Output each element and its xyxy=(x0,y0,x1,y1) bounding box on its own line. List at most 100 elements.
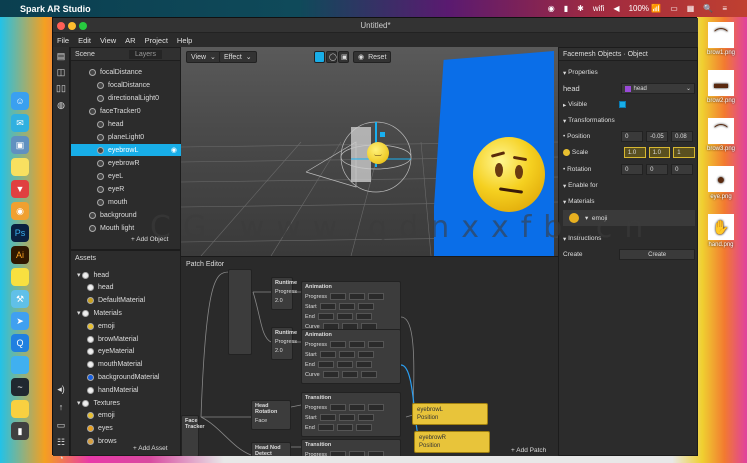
position-x[interactable]: 0 xyxy=(621,131,644,142)
quicktime-icon[interactable]: Q xyxy=(11,334,29,352)
properties-section[interactable]: ▾ Properties xyxy=(563,66,695,79)
tab-layers[interactable]: Layers xyxy=(129,49,163,59)
patch-node[interactable]: TransitionProgressStartEnd xyxy=(301,439,401,456)
desktop-file[interactable]: ✋ hand.png xyxy=(700,214,742,248)
status-icon[interactable]: 100% 📶 xyxy=(629,4,662,13)
folder-icon[interactable] xyxy=(11,356,29,374)
transform-section[interactable]: ▾ Transformations xyxy=(563,114,695,127)
viewport[interactable]: ‿ View ⌄ Effect ⌄ ◯ ▣ ◉ Reset xyxy=(181,47,558,256)
camera-icon[interactable]: ◫ xyxy=(56,67,66,77)
enable-section[interactable]: ▾ Enable for xyxy=(563,179,695,192)
rotate-mode-button[interactable]: ◯ xyxy=(326,51,337,63)
preview-icon[interactable]: ▯▯ xyxy=(56,83,66,93)
photoshop-icon[interactable]: Ps xyxy=(11,224,29,242)
brave-icon[interactable]: ▼ xyxy=(11,180,29,198)
asset-item[interactable]: eyeMaterial xyxy=(71,346,181,358)
menu-view[interactable]: View xyxy=(100,36,116,45)
head-dropdown[interactable]: head ⌄ xyxy=(620,83,695,94)
patch-node[interactable]: Head Rotation Face xyxy=(251,400,291,430)
trash-icon[interactable]: ▮ xyxy=(11,422,29,440)
scale-x[interactable]: 1.0 xyxy=(623,147,646,158)
status-icon[interactable]: 🔍 xyxy=(703,4,713,13)
menu-edit[interactable]: Edit xyxy=(78,36,91,45)
layers-icon[interactable]: ▭ xyxy=(56,420,66,430)
scene-item[interactable]: directionalLight0 xyxy=(71,92,181,104)
position-y[interactable]: -0.05 xyxy=(646,131,669,142)
asset-item[interactable]: DefaultMaterial xyxy=(71,295,181,307)
output-node-eyebrowl[interactable]: eyebrowL Position xyxy=(412,403,488,425)
asset-item[interactable]: handMaterial xyxy=(71,384,181,396)
scene-item[interactable]: Mouth light xyxy=(71,222,181,234)
patch-node[interactable]: TransitionProgressStartEnd xyxy=(301,392,401,437)
menu-help[interactable]: Help xyxy=(177,36,192,45)
asset-item[interactable]: ▾ Textures xyxy=(71,397,181,409)
view-dropdown[interactable]: View ⌄ xyxy=(186,51,221,63)
face-tracker-outputs[interactable] xyxy=(228,269,252,355)
reset-button[interactable]: ◉ Reset xyxy=(353,51,392,63)
asset-item[interactable]: browMaterial xyxy=(71,333,181,345)
effect-dropdown[interactable]: Effect ⌄ xyxy=(219,51,257,63)
app-name[interactable]: Spark AR Studio xyxy=(20,4,91,14)
status-icon[interactable]: ◀ xyxy=(613,4,619,13)
patch-node[interactable]: Animation Progress Start End Curve xyxy=(301,281,401,336)
scene-item[interactable]: eyebrowL ◉ xyxy=(71,144,181,156)
add-asset-button[interactable]: + Add Asset xyxy=(133,445,168,452)
scale-z[interactable]: 1 xyxy=(673,147,695,158)
patch-node[interactable]: Runtime Progress 2.0 xyxy=(271,277,297,310)
illustrator-icon[interactable]: Ai xyxy=(11,246,29,264)
status-icon[interactable]: ▦ xyxy=(687,4,695,13)
asset-item[interactable]: head xyxy=(71,282,181,294)
settings-icon[interactable]: ☷ xyxy=(56,437,66,447)
scene-icon[interactable]: ▤ xyxy=(56,51,66,61)
scene-item[interactable]: eyebrowR xyxy=(71,157,181,169)
scene-item[interactable]: planeLight0 xyxy=(71,131,181,143)
patch-node[interactable]: Runtime Progress 2.0 xyxy=(271,327,297,360)
add-patch-button[interactable]: + Add Patch xyxy=(511,447,546,454)
eye-icon[interactable]: ◉ xyxy=(11,202,29,220)
asset-item[interactable]: ▾ Materials xyxy=(71,307,181,319)
desktop-file[interactable]: ⌒ brow1.png xyxy=(700,22,742,56)
finder-icon[interactable]: ☺ xyxy=(11,92,29,110)
position-z[interactable]: 0.08 xyxy=(671,131,694,142)
asset-item[interactable]: ▾ head xyxy=(71,269,181,281)
scene-item[interactable]: head xyxy=(71,118,181,130)
tab-scene[interactable]: Scene xyxy=(75,51,129,58)
status-icon[interactable]: wifi xyxy=(593,4,605,13)
sound-icon[interactable]: ◂) xyxy=(56,384,66,394)
scene-item[interactable]: focalDistance xyxy=(71,66,181,78)
desktop-file[interactable]: ▬ brow2.png xyxy=(700,70,742,104)
patch-editor[interactable]: Patch Editor Face Tracker Runtime Progres… xyxy=(181,256,558,456)
status-icon[interactable]: ≡ xyxy=(722,4,727,13)
scene-item[interactable]: eyeR xyxy=(71,183,181,195)
rotation-z[interactable]: 0 xyxy=(671,164,694,175)
telegram-icon[interactable]: ➤ xyxy=(11,312,29,330)
status-icon[interactable]: ✱ xyxy=(577,4,584,13)
asset-item[interactable]: emoji xyxy=(71,410,181,422)
asset-item[interactable]: backgroundMaterial xyxy=(71,371,181,383)
status-icon[interactable]: ▮ xyxy=(564,4,568,13)
status-icon[interactable]: ▭ xyxy=(670,4,678,13)
face-tracker-node[interactable]: Face Tracker xyxy=(181,415,205,456)
xcode-icon[interactable]: ⚒ xyxy=(11,290,29,308)
scene-item[interactable]: focalDistance xyxy=(71,79,181,91)
scale-mode-button[interactable]: ▣ xyxy=(338,51,349,63)
add-object-button[interactable]: + Add Object xyxy=(131,236,168,243)
visibility-icon[interactable]: ◉ xyxy=(171,146,177,154)
globe-icon[interactable]: ◍ xyxy=(56,100,66,110)
instructions-section[interactable]: ▾ Instructions xyxy=(563,232,695,245)
materials-section[interactable]: ▾ Materials xyxy=(563,195,695,208)
scene-item[interactable]: mouth xyxy=(71,196,181,208)
upload-icon[interactable]: ↑ xyxy=(56,402,66,412)
select-mode-button[interactable] xyxy=(314,51,325,63)
desktop-file[interactable]: ● eye.png xyxy=(700,166,742,200)
menu-project[interactable]: Project xyxy=(145,36,168,45)
patch-node[interactable]: Head Nod DetectFace xyxy=(251,442,291,456)
asset-item[interactable]: eyes xyxy=(71,423,181,435)
scene-item[interactable]: background xyxy=(71,209,181,221)
output-node-eyebrowr[interactable]: eyebrowR Position xyxy=(414,431,490,453)
activity-monitor-icon[interactable]: ~ xyxy=(11,378,29,396)
visible-checkbox[interactable] xyxy=(619,101,627,108)
menu-file[interactable]: File xyxy=(57,36,69,45)
patch-node[interactable]: Animation Progress Start End Curve xyxy=(301,329,401,384)
scene-item[interactable]: faceTracker0 xyxy=(71,105,181,117)
